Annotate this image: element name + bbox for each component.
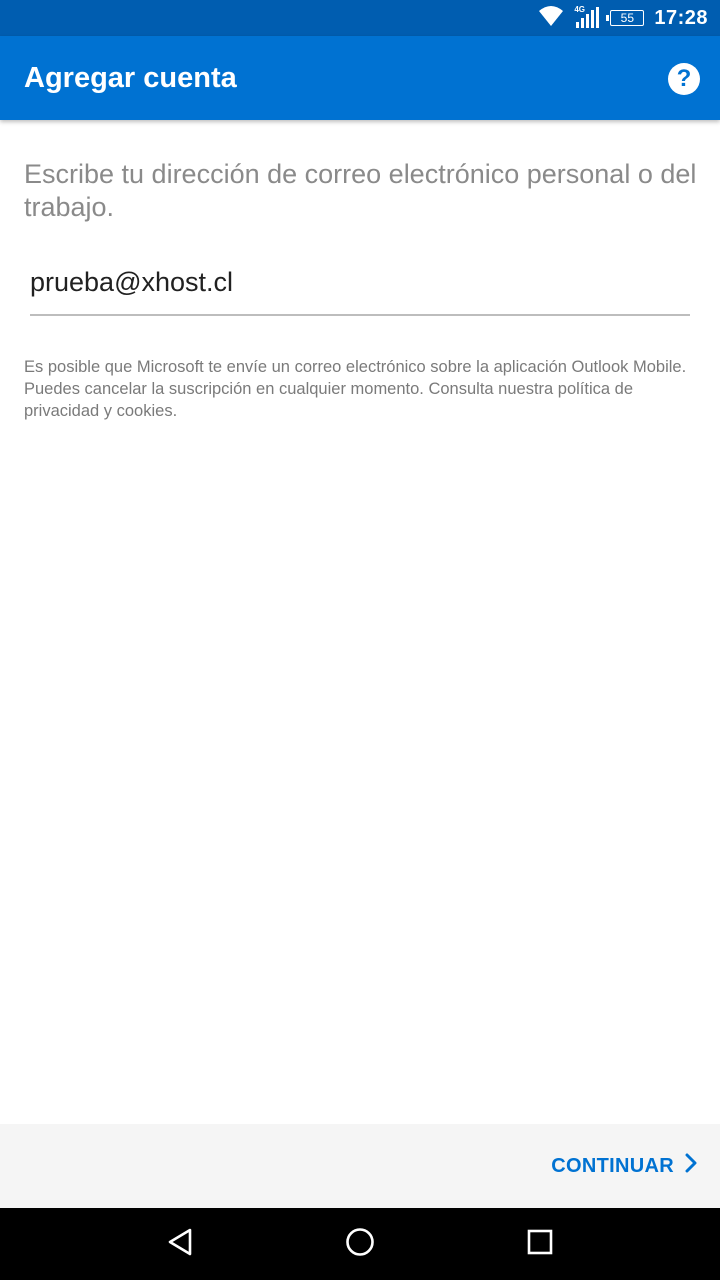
chevron-right-icon [684, 1153, 698, 1179]
cellular-signal-icon: 4G [574, 6, 600, 30]
wifi-icon [538, 5, 564, 32]
page-title: Agregar cuenta [24, 62, 237, 94]
back-button[interactable] [160, 1224, 200, 1264]
help-circle-icon: ? [676, 65, 692, 92]
privacy-disclaimer: Es posible que Microsoft te envíe un cor… [24, 358, 687, 420]
recents-button[interactable] [520, 1224, 560, 1264]
bottom-action-bar: CONTINUAR [0, 1124, 720, 1208]
email-prompt: Escribe tu dirección de correo electróni… [24, 159, 697, 222]
recents-square-icon [526, 1228, 554, 1261]
battery-icon: 55 [606, 10, 645, 26]
clock: 17:28 [654, 6, 708, 29]
help-button[interactable]: ? [668, 63, 700, 95]
add-account-screen: 4G 55 17:28 Agregar cuenta ? Escribe tu … [0, 0, 720, 1280]
system-nav-bar [0, 1208, 720, 1280]
app-bar: Agregar cuenta ? [0, 36, 720, 120]
email-input[interactable] [30, 258, 690, 306]
home-button[interactable] [340, 1224, 380, 1264]
email-field[interactable] [30, 258, 690, 316]
status-bar: 4G 55 17:28 [0, 0, 720, 36]
home-circle-icon [344, 1226, 376, 1263]
status-icons: 4G 55 17:28 [538, 0, 708, 36]
battery-level: 55 [620, 11, 635, 25]
continue-label: CONTINUAR [551, 1154, 674, 1177]
continue-button[interactable]: CONTINUAR [551, 1124, 698, 1208]
back-triangle-icon [166, 1227, 194, 1262]
